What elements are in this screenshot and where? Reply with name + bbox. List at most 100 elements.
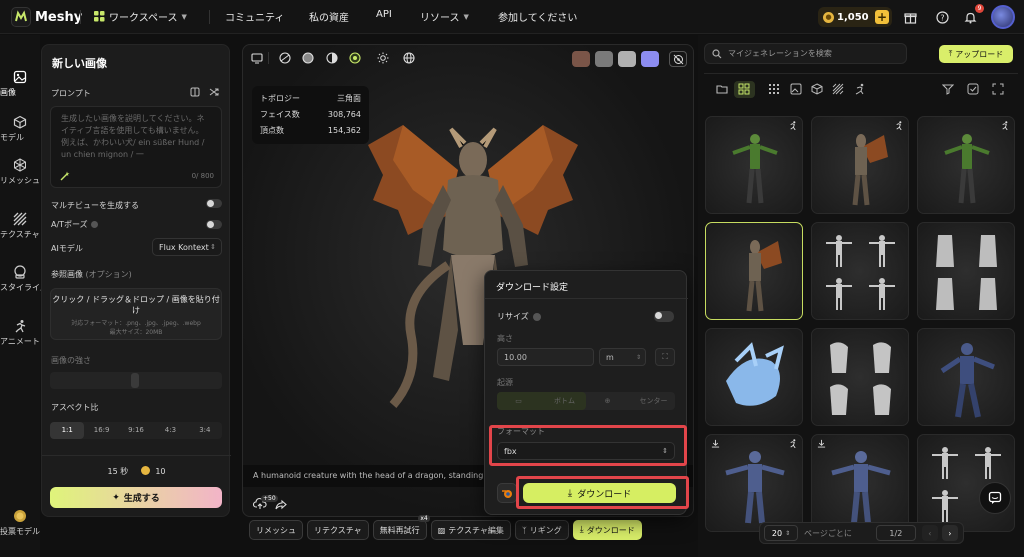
prompt-input[interactable]: 生成したい画像を説明してください。ネイティブ言語を使用しても構いません。例えば、… [50,106,222,188]
gallery-tile[interactable] [917,328,1015,426]
sidebar-item-animate[interactable]: アニメート [0,319,40,346]
free-retry-button-label: 無料再試行 [379,525,420,535]
texture-filter-icon[interactable] [832,83,845,96]
download-icon [817,439,826,448]
blender-export-button[interactable] [497,483,517,503]
credits-amount: 1,050 [837,11,869,23]
search-input[interactable]: マイジェネレーションを検索 [704,43,907,64]
light-icon[interactable] [377,52,389,64]
gallery-tile[interactable] [917,222,1015,320]
globe-icon[interactable] [403,52,415,64]
aspect-option[interactable]: 16:9 [84,422,118,439]
multiview-thumbnail [826,235,895,310]
split-icon[interactable] [190,87,200,97]
nav-join[interactable]: 参加してください [498,9,577,24]
normal-map-swatch[interactable] [618,51,636,67]
multiview-toggle[interactable] [206,199,222,208]
ai-model-select[interactable]: Flux Kontext ⇕ [152,238,222,256]
aspect-option[interactable]: 4:3 [153,422,187,439]
gallery-tile[interactable] [705,328,803,426]
monitor-icon[interactable] [251,52,263,64]
pagination-bar: 20 ⇕ ページごとに 1/2 ‹ › [759,522,964,544]
sidebar-item-model[interactable]: モデル [0,115,40,142]
chat-support-button[interactable] [979,482,1011,514]
unit-select[interactable]: m ⇕ [599,348,646,366]
gallery-tile[interactable] [917,116,1015,214]
brand-logo[interactable]: Meshy [11,7,82,27]
sidebar-item-image[interactable]: 画像 [0,70,40,97]
upload-button[interactable]: ⤒ アップロード [939,45,1013,63]
aspect-option[interactable]: 9:16 [119,422,153,439]
aspect-option[interactable]: 1:1 [50,422,85,439]
image-strength-slider[interactable] [50,372,222,389]
sidebar-item-texture[interactable]: テクスチャ [0,212,40,239]
gallery-tile[interactable] [705,116,803,214]
select-check-icon[interactable] [967,83,980,96]
model-filter-icon[interactable] [811,83,824,96]
solid-sphere-icon[interactable] [302,52,314,64]
image-filter-icon[interactable] [790,83,803,96]
nav-resources[interactable]: リソース ▼ [420,9,469,25]
grid-view-icon[interactable] [738,83,751,96]
shaded-sphere-icon[interactable] [326,52,338,64]
info-icon[interactable] [90,221,98,228]
avatar[interactable] [991,5,1015,29]
gallery-tile[interactable] [811,434,909,532]
nav-community[interactable]: コミュニティ [225,9,284,24]
gallery-tile[interactable] [811,116,909,214]
roughness-map-swatch[interactable] [595,51,613,67]
download-tab-button[interactable]: ⤓ ダウンロード [572,520,642,540]
textured-sphere-icon[interactable] [349,52,361,64]
folder-icon[interactable] [716,83,729,96]
gallery-tile[interactable] [811,222,909,320]
generate-button[interactable]: ✦ 生成する [50,487,222,508]
help-icon[interactable]: ? [934,9,950,25]
resize-toggle[interactable] [654,311,674,322]
apose-toggle[interactable] [206,220,222,229]
target-icon[interactable] [669,51,687,67]
sidebar-item-vote[interactable]: 投票モデル [0,509,40,536]
nav-my-assets[interactable]: 私の資産 [309,9,349,24]
sidebar-item-remesh[interactable]: リメッシュ [0,158,40,185]
page-size-select[interactable]: 20 ⇕ [764,525,798,541]
filter-clear-icon[interactable] [942,83,955,96]
next-page-button[interactable]: › [941,525,958,541]
coin-icon [140,466,150,475]
base-color-map-swatch[interactable] [572,51,590,67]
slider-thumb[interactable] [131,373,139,388]
nav-api[interactable]: API [376,9,392,20]
retexture-button[interactable]: リテクスチャ [307,520,369,540]
free-retry-button[interactable]: 無料再試行 x4 [372,515,430,540]
running-figure-icon [790,121,796,130]
wireframe-sphere-icon[interactable] [279,52,291,64]
gallery-tile-selected[interactable] [705,222,803,320]
magic-wand-icon[interactable] [60,171,70,181]
page-input[interactable]: 1/2 [875,525,916,541]
gift-icon[interactable] [902,9,918,25]
fit-icon[interactable]: ⛶ [655,348,675,366]
credits-badge[interactable]: ● 1,050 + [818,7,892,27]
origin-option-bottom[interactable]: ▭ ボトム [497,392,586,410]
add-credits-button[interactable]: + [875,10,889,24]
gallery-tile[interactable] [705,434,803,532]
share-icon[interactable] [275,499,287,511]
remesh-button[interactable]: リメッシュ [249,520,303,540]
metallic-map-swatch[interactable] [641,51,659,67]
prev-page-button[interactable]: ‹ [921,525,938,541]
texture-edit-button[interactable]: ▨ テクスチャ編集 [430,520,511,540]
sidebar-item-stylize[interactable]: スタイライズ [0,265,48,292]
dense-grid-icon[interactable] [768,83,781,96]
gallery-tile[interactable] [811,328,909,426]
cube-icon [13,115,27,129]
shuffle-icon[interactable] [209,87,219,97]
info-icon[interactable] [532,312,541,321]
reference-image-dropzone[interactable]: クリック / ドラッグ＆ドロップ / 画像を貼り付け 対応フォーマット：.png… [50,288,222,340]
expand-icon[interactable] [992,83,1005,96]
rigging-button[interactable]: ᛉ リギング [514,520,569,540]
upload-icon: ⤒ [948,49,953,58]
height-input[interactable]: 10.00 [497,348,594,366]
origin-option-center[interactable]: ⊕ センター [586,392,675,410]
nav-workspace[interactable]: ワークスペース ▼ [94,9,187,24]
animation-filter-icon[interactable] [854,83,867,96]
aspect-option[interactable]: 3:4 [188,422,222,439]
